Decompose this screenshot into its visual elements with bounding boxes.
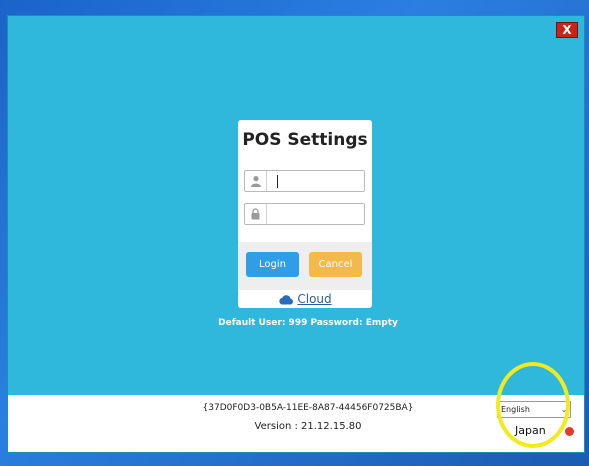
password-input[interactable] — [269, 206, 361, 222]
footer-bar: {37D0F0D3-0B5A-11EE-8A87-44456F0725BA} V… — [8, 395, 584, 452]
version-label: Version : 21.12.15.80 — [254, 421, 362, 432]
cloud-link-label: Cloud — [297, 292, 332, 306]
login-button[interactable]: Login — [246, 252, 299, 277]
username-input[interactable] — [269, 173, 361, 189]
chevron-down-icon: ⌄ — [560, 405, 568, 414]
language-selected-value: English — [501, 405, 530, 414]
cancel-button[interactable]: Cancel — [309, 252, 362, 277]
user-icon — [245, 171, 267, 191]
flag-icon — [565, 427, 574, 436]
default-credentials-hint: Default User: 999 Password: Empty — [218, 318, 398, 328]
cloud-icon — [278, 290, 294, 309]
installation-guid: {37D0F0D3-0B5A-11EE-8A87-44456F0725BA} — [202, 403, 414, 413]
language-select[interactable]: English ⌄ — [497, 401, 571, 418]
button-bar: Login Cancel — [238, 242, 372, 290]
page-title: POS Settings — [242, 130, 368, 150]
close-button[interactable]: X — [556, 22, 578, 38]
pos-settings-window: X POS Settings Login Cancel Cloud Defaul… — [8, 16, 584, 452]
password-field-wrapper — [244, 203, 365, 225]
cloud-link[interactable]: Cloud — [238, 290, 372, 308]
lock-icon — [245, 204, 267, 224]
login-card: POS Settings Login Cancel Cloud — [238, 120, 372, 308]
username-field-wrapper — [244, 170, 365, 192]
region-label: Japan — [515, 424, 546, 437]
